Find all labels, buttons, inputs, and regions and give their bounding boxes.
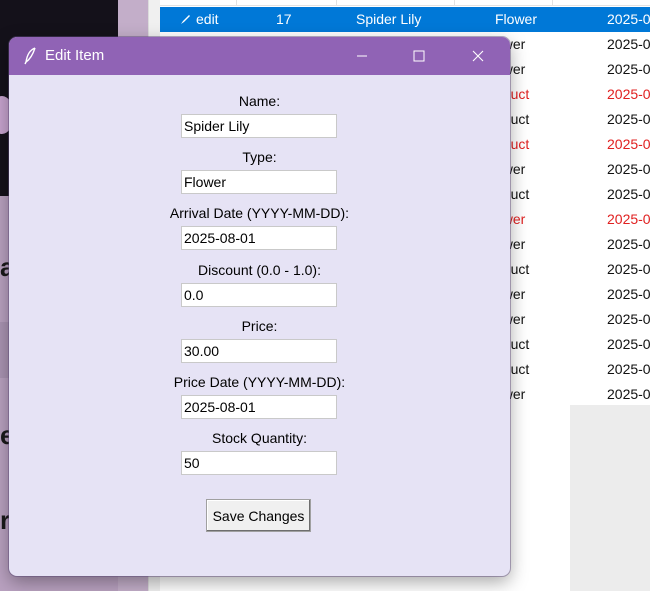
dialog-title: Edit Item (45, 47, 105, 64)
arrival-date-field[interactable]: 2025-08-01 (181, 226, 337, 250)
minimize-icon (357, 55, 367, 57)
table-empty-area (570, 405, 650, 591)
price-field[interactable]: 30.00 (181, 339, 337, 363)
row-date-cell: 2025-0 (607, 236, 650, 252)
close-button[interactable] (455, 37, 501, 75)
price-label: Price: (241, 318, 278, 334)
type-field[interactable]: Flower (181, 170, 337, 194)
row-date-cell: 2025-0 (607, 86, 650, 102)
row-date-cell: 2025-0 (607, 136, 650, 152)
pencil-icon (181, 15, 190, 24)
feather-icon (24, 47, 36, 65)
row-date-cell: 2025-0 (607, 261, 650, 277)
row-date-cell: 2025-0 (607, 311, 650, 327)
name-label: Name: (238, 93, 281, 109)
discount-field[interactable]: 0.0 (181, 283, 337, 307)
row-action-cell[interactable]: edit (180, 11, 219, 27)
maximize-icon (413, 50, 425, 62)
table-header (160, 0, 650, 6)
edit-link-label: edit (196, 11, 219, 27)
row-date-cell: 2025-0 (607, 361, 650, 377)
row-date-cell: 2025-0 (607, 36, 650, 52)
price-date-field[interactable]: 2025-08-01 (181, 395, 337, 419)
edit-item-dialog: Edit Item Name: Spider Lily Type: Flower… (9, 37, 510, 576)
stock-quantity-label: Stock Quantity: (212, 430, 307, 446)
dialog-titlebar[interactable]: Edit Item (9, 37, 510, 75)
row-name-cell: Spider Lily (356, 11, 422, 27)
row-date-cell: 2025-0 (607, 286, 650, 302)
minimize-button[interactable] (339, 37, 385, 75)
type-label: Type: (242, 149, 277, 165)
row-date-cell: 2025-0 (607, 111, 650, 127)
row-type-cell: Flower (495, 11, 538, 27)
row-date-cell: 2025-0 (607, 161, 650, 177)
row-date-cell: 2025-0 (607, 386, 650, 402)
row-date-cell: 2025-0 (607, 186, 650, 202)
price-date-label: Price Date (YYYY-MM-DD): (173, 374, 346, 390)
close-icon (472, 50, 484, 62)
row-date-cell: 2025-0 (607, 11, 650, 27)
row-quantity-cell: 17 (276, 11, 292, 27)
row-date-cell: 2025-0 (607, 336, 650, 352)
maximize-button[interactable] (396, 37, 442, 75)
row-date-cell: 2025-0 (607, 211, 650, 227)
save-changes-button[interactable]: Save Changes (206, 499, 311, 532)
stock-quantity-field[interactable]: 50 (181, 451, 337, 475)
arrival-date-label: Arrival Date (YYYY-MM-DD): (169, 205, 350, 221)
discount-label: Discount (0.0 - 1.0): (198, 262, 321, 278)
row-date-cell: 2025-0 (607, 61, 650, 77)
table-row[interactable]: edit 17 Spider Lily Flower 2025-0 (160, 7, 650, 32)
name-field[interactable]: Spider Lily (181, 114, 337, 138)
